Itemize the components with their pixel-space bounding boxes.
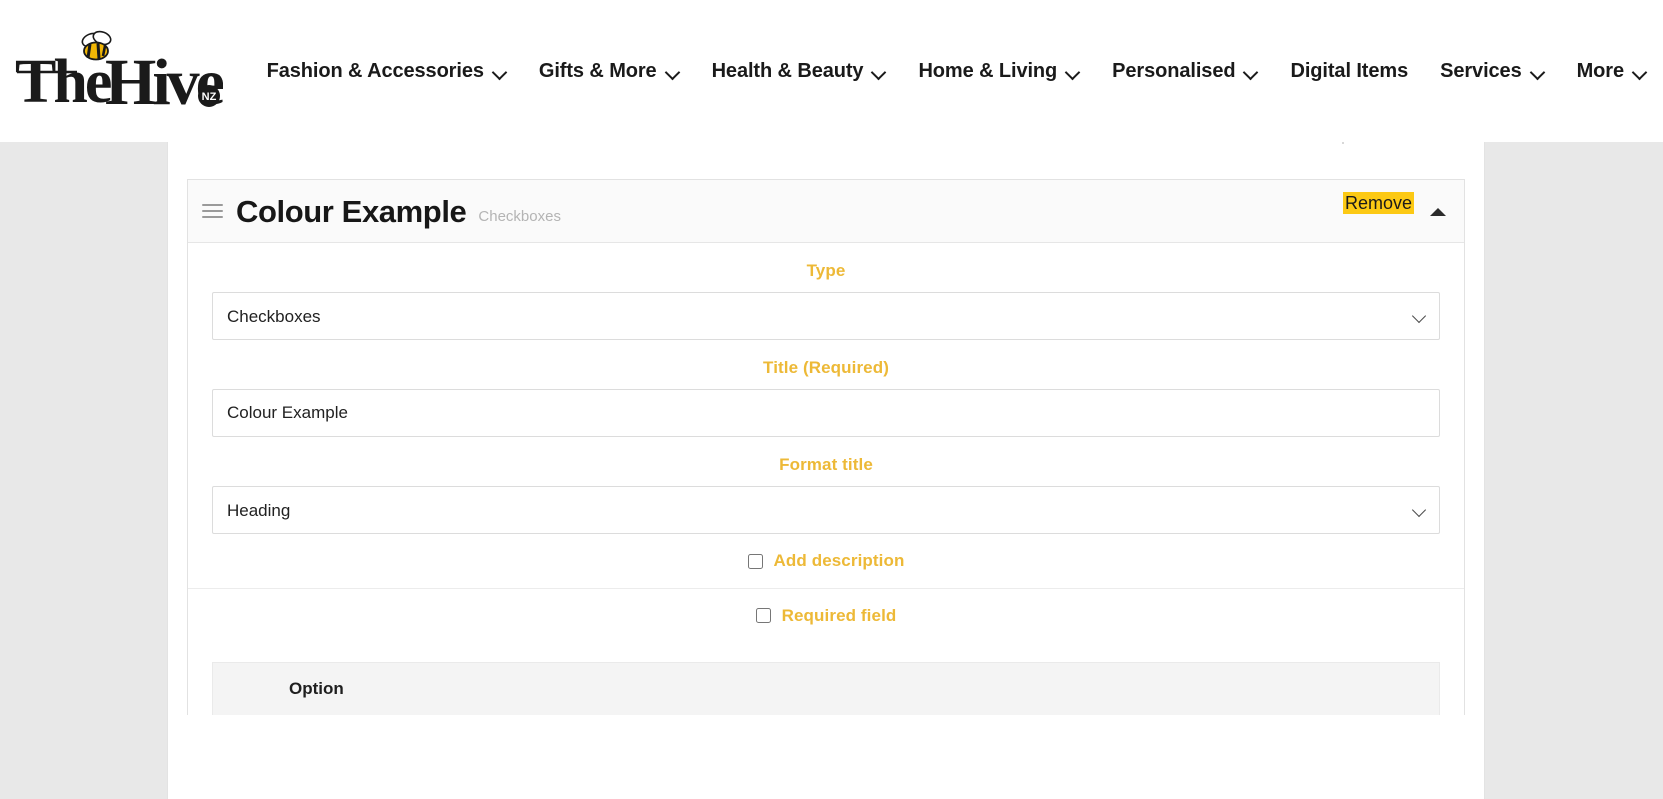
nav-item-digital-items[interactable]: Digital Items [1274, 61, 1424, 81]
chevron-down-icon [1633, 67, 1647, 76]
field-block-title: Title (Required) [188, 340, 1464, 437]
chevron-down-icon [1531, 67, 1545, 76]
nav-item-label: Gifts & More [538, 60, 657, 82]
nav-item-label: Home & Living [918, 60, 1058, 82]
chevron-down-icon [872, 67, 886, 76]
nav-item-label: Digital Items [1290, 60, 1409, 82]
required-field-row: Required field [188, 588, 1464, 642]
nav-item-gifts-more[interactable]: Gifts & More [523, 61, 696, 81]
nav-item-label: Services [1440, 60, 1522, 82]
nav-item-label: Health & Beauty [711, 60, 864, 82]
field-block-format-title: Format title Heading [188, 437, 1464, 534]
required-field-label[interactable]: Required field [782, 606, 897, 626]
nav-item-services[interactable]: Services [1424, 61, 1561, 81]
hamburger-drag-icon[interactable] [202, 200, 224, 222]
options-table: Option [212, 662, 1440, 715]
card-top-spacer [168, 136, 1484, 179]
field-card-actions: Remove [1342, 191, 1446, 223]
field-card-header: Colour Example Checkboxes Remove [188, 180, 1464, 243]
options-table-header-row: Option [213, 663, 1439, 715]
add-description-row: Add description [188, 534, 1464, 588]
nav-item-more[interactable]: More [1561, 61, 1663, 81]
svg-text:NZ: NZ [202, 91, 217, 103]
site-logo[interactable]: The Hive NZ [8, 0, 229, 142]
content-frame: Colour Example Checkboxes Remove Type Ch… [167, 136, 1485, 799]
nav-item-label: Fashion & Accessories [266, 60, 484, 82]
main-navigation: Fashion & Accessories Gifts & More Healt… [251, 0, 1663, 142]
field-card-title: Colour Example [236, 193, 467, 229]
form-field-card: Colour Example Checkboxes Remove Type Ch… [187, 179, 1465, 715]
required-field-checkbox[interactable] [755, 608, 771, 623]
nav-item-label: Personalised [1112, 60, 1236, 82]
nav-item-fashion-accessories[interactable]: Fashion & Accessories [251, 61, 523, 81]
the-hive-logo-icon: The Hive NZ [15, 30, 223, 114]
chevron-down-icon [666, 67, 680, 76]
add-description-label[interactable]: Add description [774, 551, 905, 571]
chevron-down-icon [1244, 67, 1258, 76]
chevron-down-icon [493, 67, 507, 76]
add-description-checkbox[interactable] [747, 553, 763, 569]
page-root: The Hive NZ Fashion & Accessories Gifts … [0, 0, 1663, 799]
site-header: The Hive NZ Fashion & Accessories Gifts … [0, 0, 1663, 142]
field-card-subtitle: Checkboxes [478, 207, 561, 225]
format-title-field-label: Format title [779, 455, 873, 474]
field-card-body: Type Checkboxes Title (Required) Forma [188, 243, 1464, 715]
type-field-label: Type [806, 261, 846, 280]
nav-item-health-beauty[interactable]: Health & Beauty [696, 61, 903, 81]
options-table-column-option: Option [289, 679, 344, 698]
nav-item-personalised[interactable]: Personalised [1096, 61, 1274, 81]
type-select[interactable]: Checkboxes [212, 292, 1440, 340]
nav-item-home-living[interactable]: Home & Living [902, 61, 1096, 81]
remove-field-button[interactable]: Remove [1342, 191, 1414, 215]
nz-badge-icon: NZ [198, 85, 221, 107]
nav-item-label: More [1576, 60, 1624, 82]
svg-text:The: The [15, 48, 111, 114]
format-title-select-wrapper: Heading [212, 486, 1440, 534]
format-title-select[interactable]: Heading [212, 486, 1440, 534]
type-select-wrapper: Checkboxes [212, 292, 1440, 340]
title-field-label: Title (Required) [763, 358, 889, 377]
options-table-spacer [188, 642, 1464, 662]
title-input[interactable] [212, 389, 1440, 437]
chevron-down-icon [1066, 67, 1080, 76]
caret-up-icon[interactable] [1430, 208, 1446, 216]
field-block-type: Type Checkboxes [188, 243, 1464, 340]
